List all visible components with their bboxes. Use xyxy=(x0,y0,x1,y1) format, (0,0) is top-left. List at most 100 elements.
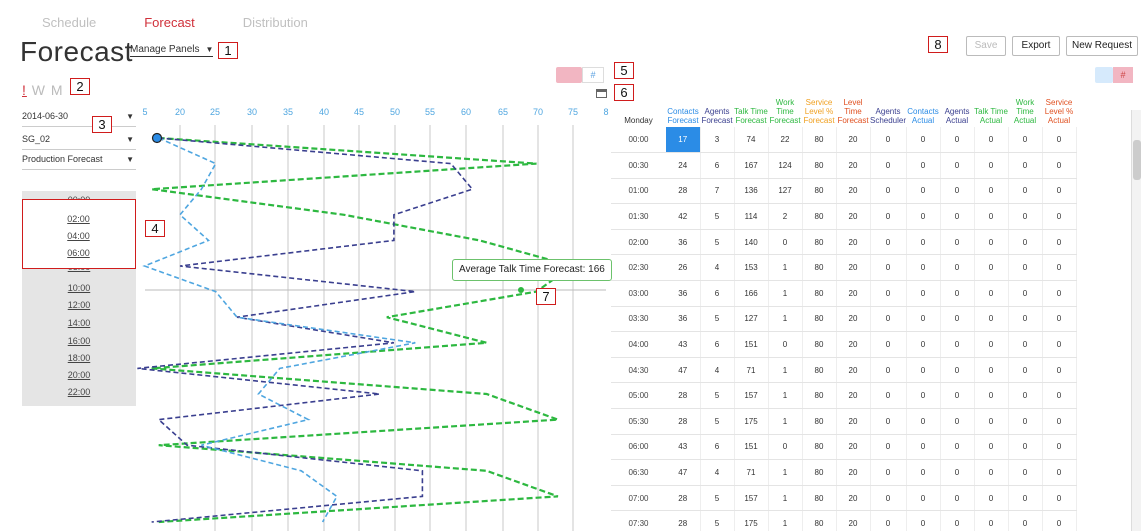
table-cell[interactable]: 80 xyxy=(802,127,837,154)
table-cell[interactable]: 0 xyxy=(906,127,941,154)
table-cell[interactable]: 151 xyxy=(734,434,769,461)
table-cell[interactable]: 0 xyxy=(870,152,907,179)
table-cell[interactable]: 71 xyxy=(734,459,769,486)
save-button[interactable]: Save xyxy=(966,36,1006,56)
table-cell[interactable]: 0 xyxy=(974,127,1009,154)
table-cell[interactable]: 1 xyxy=(768,408,803,435)
table-cell[interactable]: 0 xyxy=(906,306,941,333)
table-cell[interactable]: 0 xyxy=(870,510,907,531)
table-cell[interactable]: 0 xyxy=(768,434,803,461)
table-cell[interactable]: 80 xyxy=(802,229,837,256)
table-cell[interactable]: 0 xyxy=(906,485,941,512)
table-cell[interactable]: 0 xyxy=(974,306,1009,333)
table-cell[interactable]: 47 xyxy=(666,459,701,486)
table-cell[interactable]: 0 xyxy=(974,203,1009,230)
table-cell[interactable]: 20 xyxy=(836,152,871,179)
table-cell[interactable]: 0 xyxy=(870,127,907,154)
table-cell[interactable]: 0 xyxy=(974,357,1009,384)
table-cell[interactable]: 0 xyxy=(870,229,907,256)
table-cell[interactable]: 28 xyxy=(666,382,701,410)
table-cell[interactable]: 24 xyxy=(666,152,701,179)
table-cell[interactable]: 0 xyxy=(974,178,1009,205)
table-cell[interactable]: 36 xyxy=(666,280,701,307)
table-cell[interactable]: 7 xyxy=(700,178,735,205)
table-cell[interactable]: 0 xyxy=(1008,280,1043,307)
table-cell[interactable]: 167 xyxy=(734,152,769,179)
table-cell[interactable]: 20 xyxy=(836,178,871,205)
table-cell[interactable]: 0 xyxy=(974,485,1009,512)
table-cell[interactable]: 80 xyxy=(802,434,837,461)
table-cell[interactable]: 0 xyxy=(1042,254,1077,282)
table-cell[interactable]: 0 xyxy=(906,459,941,486)
table-cell[interactable]: 20 xyxy=(836,306,871,333)
table-cell[interactable]: 157 xyxy=(734,382,769,410)
table-cell[interactable]: 0 xyxy=(1042,459,1077,486)
table-cell[interactable]: 1 xyxy=(768,280,803,307)
table-cell[interactable]: 71 xyxy=(734,357,769,384)
table-cell[interactable]: 80 xyxy=(802,203,837,230)
table-cell[interactable]: 0 xyxy=(870,306,907,333)
table-cell[interactable]: 0 xyxy=(768,331,803,358)
table-cell[interactable]: 0 xyxy=(940,152,975,179)
table-cell[interactable]: 5 xyxy=(700,229,735,256)
table-cell[interactable]: 0 xyxy=(974,510,1009,531)
table-view-toggle-left[interactable] xyxy=(1095,67,1113,83)
table-cell[interactable]: 6 xyxy=(700,280,735,307)
table-cell[interactable]: 0 xyxy=(1042,280,1077,307)
table-cell[interactable]: 4 xyxy=(700,357,735,384)
table-cell[interactable]: 20 xyxy=(836,229,871,256)
table-cell[interactable]: 80 xyxy=(802,178,837,205)
table-cell[interactable]: 20 xyxy=(836,382,871,410)
table-cell[interactable]: 20 xyxy=(836,127,871,154)
table-cell[interactable]: 114 xyxy=(734,203,769,230)
table-cell[interactable]: 0 xyxy=(1042,357,1077,384)
table-cell[interactable]: 0 xyxy=(1042,229,1077,256)
table-cell[interactable]: 43 xyxy=(666,331,701,358)
table-cell[interactable]: 175 xyxy=(734,510,769,531)
table-cell[interactable]: 0 xyxy=(1008,178,1043,205)
table-cell[interactable]: 0 xyxy=(906,280,941,307)
table-cell[interactable]: 0 xyxy=(906,178,941,205)
table-cell[interactable]: 0 xyxy=(1042,331,1077,358)
table-cell[interactable]: 0 xyxy=(1042,127,1077,154)
table-cell[interactable]: 5 xyxy=(700,203,735,230)
table-cell[interactable]: 175 xyxy=(734,408,769,435)
table-cell[interactable]: 140 xyxy=(734,229,769,256)
table-cell[interactable]: 0 xyxy=(1008,152,1043,179)
table-cell[interactable]: 0 xyxy=(906,203,941,230)
table-cell[interactable]: 0 xyxy=(940,203,975,230)
export-button[interactable]: Export xyxy=(1012,36,1060,56)
table-cell[interactable]: 0 xyxy=(940,357,975,384)
table-cell[interactable]: 20 xyxy=(836,280,871,307)
table-cell[interactable]: 3 xyxy=(700,127,735,154)
table-cell[interactable]: 20 xyxy=(836,510,871,531)
table-cell[interactable]: 166 xyxy=(734,280,769,307)
table-cell[interactable]: 5 xyxy=(700,382,735,410)
table-cell[interactable]: 20 xyxy=(836,357,871,384)
table-cell[interactable]: 0 xyxy=(940,382,975,410)
table-cell[interactable]: 0 xyxy=(870,357,907,384)
table-cell[interactable]: 136 xyxy=(734,178,769,205)
table-cell[interactable]: 0 xyxy=(1008,434,1043,461)
panel-icon[interactable] xyxy=(596,89,607,98)
table-cell[interactable]: 5 xyxy=(700,485,735,512)
table-cell[interactable]: 6 xyxy=(700,331,735,358)
table-cell[interactable]: 0 xyxy=(1042,434,1077,461)
table-cell[interactable]: 36 xyxy=(666,306,701,333)
table-cell[interactable]: 0 xyxy=(1008,510,1043,531)
table-cell[interactable]: 80 xyxy=(802,357,837,384)
table-cell[interactable]: 5 xyxy=(700,408,735,435)
table-cell[interactable]: 157 xyxy=(734,485,769,512)
table-cell[interactable]: 0 xyxy=(974,459,1009,486)
table-cell[interactable]: 0 xyxy=(906,254,941,282)
table-cell[interactable]: 0 xyxy=(906,152,941,179)
table-cell[interactable]: 0 xyxy=(940,280,975,307)
table-cell[interactable]: 0 xyxy=(1042,510,1077,531)
table-cell[interactable]: 0 xyxy=(940,331,975,358)
table-cell[interactable]: 127 xyxy=(734,306,769,333)
table-cell[interactable]: 0 xyxy=(870,459,907,486)
table-cell[interactable]: 0 xyxy=(1042,306,1077,333)
table-cell[interactable]: 42 xyxy=(666,203,701,230)
table-cell[interactable]: 0 xyxy=(1042,152,1077,179)
table-cell[interactable]: 1 xyxy=(768,254,803,282)
